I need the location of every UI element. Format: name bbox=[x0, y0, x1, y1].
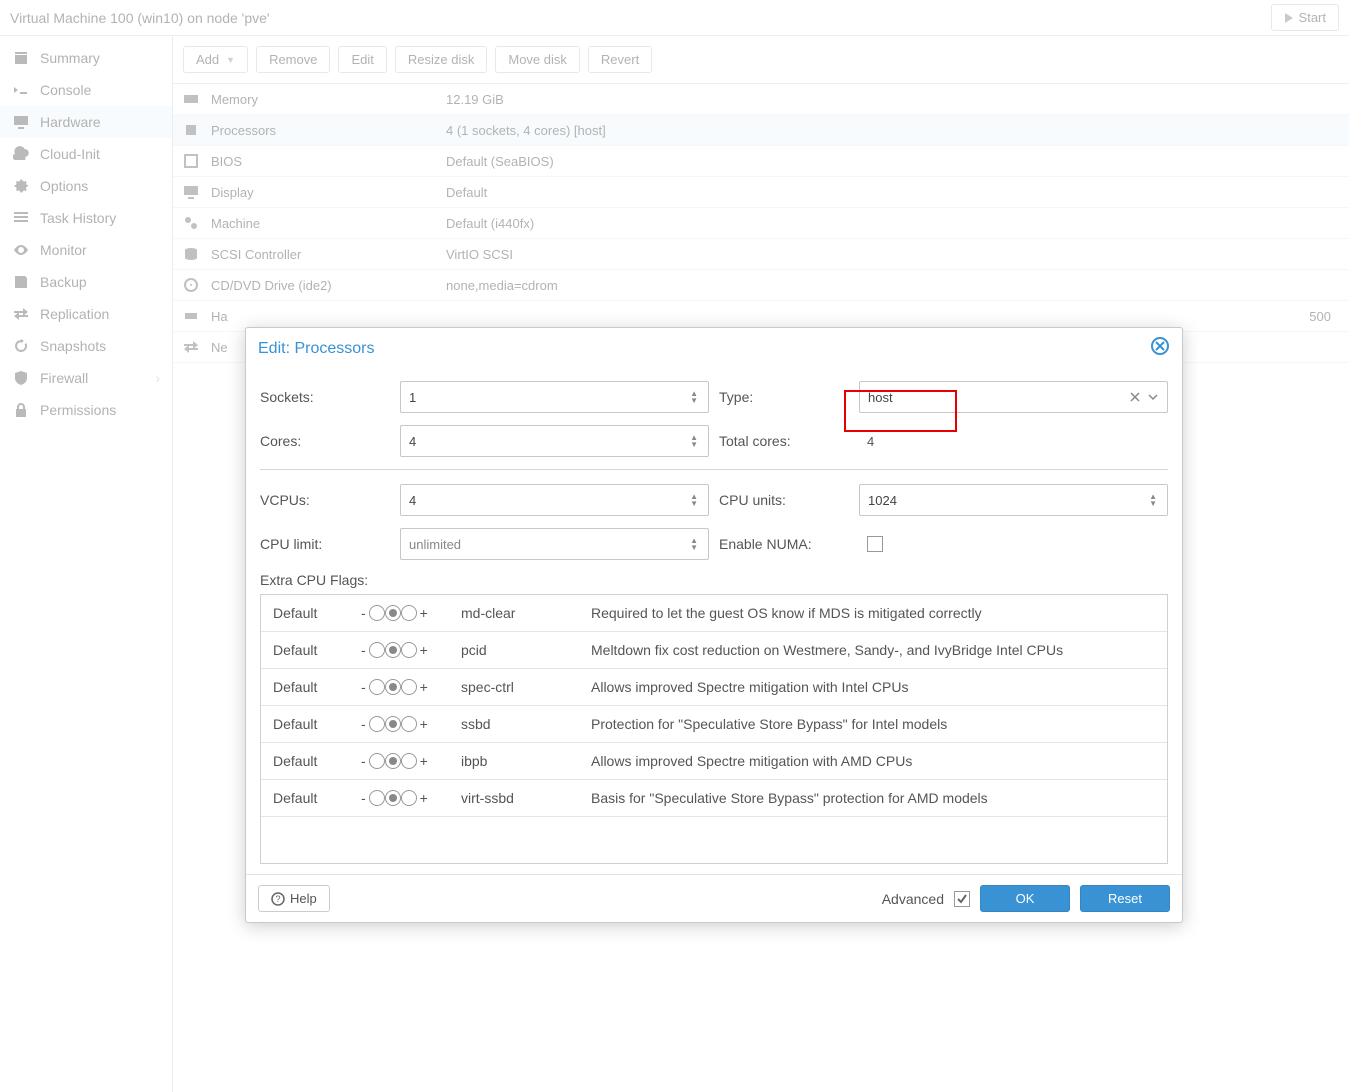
cpuunits-input[interactable]: 1024▲▼ bbox=[859, 484, 1168, 516]
flag-row: Default - + pcid Meltdown fix cost reduc… bbox=[261, 632, 1167, 669]
flag-name: virt-ssbd bbox=[461, 790, 581, 806]
flag-desc: Allows improved Spectre mitigation with … bbox=[591, 679, 1155, 695]
flag-row: Default - + virt-ssbd Basis for "Specula… bbox=[261, 780, 1167, 817]
sockets-label: Sockets: bbox=[260, 389, 400, 405]
spinner-icon[interactable]: ▲▼ bbox=[690, 493, 700, 507]
cores-input[interactable]: 4▲▼ bbox=[400, 425, 709, 457]
flag-desc: Basis for "Speculative Store Bypass" pro… bbox=[591, 790, 1155, 806]
flag-desc: Required to let the guest OS know if MDS… bbox=[591, 605, 1155, 621]
flag-name: ibpb bbox=[461, 753, 581, 769]
flag-default-label: Default bbox=[273, 679, 351, 695]
sockets-input[interactable]: 1▲▼ bbox=[400, 381, 709, 413]
flag-desc: Allows improved Spectre mitigation with … bbox=[591, 753, 1155, 769]
help-button[interactable]: ? Help bbox=[258, 885, 330, 912]
type-combo[interactable]: host bbox=[859, 381, 1168, 413]
flag-name: pcid bbox=[461, 642, 581, 658]
numa-label: Enable NUMA: bbox=[719, 536, 859, 552]
flag-desc: Meltdown fix cost reduction on Westmere,… bbox=[591, 642, 1155, 658]
cpulimit-label: CPU limit: bbox=[260, 536, 400, 552]
numa-checkbox[interactable] bbox=[867, 536, 883, 552]
help-icon: ? bbox=[271, 892, 285, 906]
flag-toggle[interactable]: - + bbox=[361, 753, 451, 769]
spinner-icon[interactable]: ▲▼ bbox=[690, 537, 700, 551]
chevron-down-icon[interactable] bbox=[1147, 391, 1159, 403]
type-label: Type: bbox=[719, 389, 859, 405]
advanced-checkbox[interactable] bbox=[954, 891, 970, 907]
spinner-icon[interactable]: ▲▼ bbox=[1149, 493, 1159, 507]
flag-name: spec-ctrl bbox=[461, 679, 581, 695]
flag-toggle[interactable]: - + bbox=[361, 679, 451, 695]
flag-name: ssbd bbox=[461, 716, 581, 732]
reset-button[interactable]: Reset bbox=[1080, 885, 1170, 912]
spinner-icon[interactable]: ▲▼ bbox=[690, 434, 700, 448]
spinner-icon[interactable]: ▲▼ bbox=[690, 390, 700, 404]
cpulimit-input[interactable]: unlimited▲▼ bbox=[400, 528, 709, 560]
flag-toggle[interactable]: - + bbox=[361, 642, 451, 658]
extra-cpu-flags-label: Extra CPU Flags: bbox=[260, 572, 1168, 588]
close-icon bbox=[1150, 336, 1170, 356]
modal-title: Edit: Processors bbox=[258, 340, 374, 358]
advanced-label: Advanced bbox=[882, 891, 944, 907]
ok-button[interactable]: OK bbox=[980, 885, 1070, 912]
totalcores-label: Total cores: bbox=[719, 433, 859, 449]
flag-default-label: Default bbox=[273, 605, 351, 621]
flag-default-label: Default bbox=[273, 790, 351, 806]
flag-default-label: Default bbox=[273, 716, 351, 732]
edit-processors-dialog: Edit: Processors Sockets: 1▲▼ Type: host bbox=[245, 327, 1183, 923]
flag-default-label: Default bbox=[273, 642, 351, 658]
flag-name: md-clear bbox=[461, 605, 581, 621]
flag-toggle[interactable]: - + bbox=[361, 790, 451, 806]
cores-label: Cores: bbox=[260, 433, 400, 449]
check-icon bbox=[956, 893, 968, 905]
flag-toggle[interactable]: - + bbox=[361, 605, 451, 621]
svg-text:?: ? bbox=[275, 894, 280, 904]
close-button[interactable] bbox=[1150, 336, 1170, 361]
vcpus-label: VCPUs: bbox=[260, 492, 400, 508]
totalcores-value: 4 bbox=[859, 434, 874, 449]
flag-row: Default - + ssbd Protection for "Specula… bbox=[261, 706, 1167, 743]
flag-desc: Protection for "Speculative Store Bypass… bbox=[591, 716, 1155, 732]
flag-default-label: Default bbox=[273, 753, 351, 769]
flag-row: Default - + md-clear Required to let the… bbox=[261, 595, 1167, 632]
flag-row: Default - + spec-ctrl Allows improved Sp… bbox=[261, 669, 1167, 706]
clear-icon[interactable] bbox=[1129, 391, 1141, 403]
cpu-flags-list[interactable]: Default - + md-clear Required to let the… bbox=[260, 594, 1168, 864]
divider bbox=[260, 469, 1168, 470]
flag-toggle[interactable]: - + bbox=[361, 716, 451, 732]
cpuunits-label: CPU units: bbox=[719, 492, 859, 508]
flag-row: Default - + ibpb Allows improved Spectre… bbox=[261, 743, 1167, 780]
vcpus-input[interactable]: 4▲▼ bbox=[400, 484, 709, 516]
